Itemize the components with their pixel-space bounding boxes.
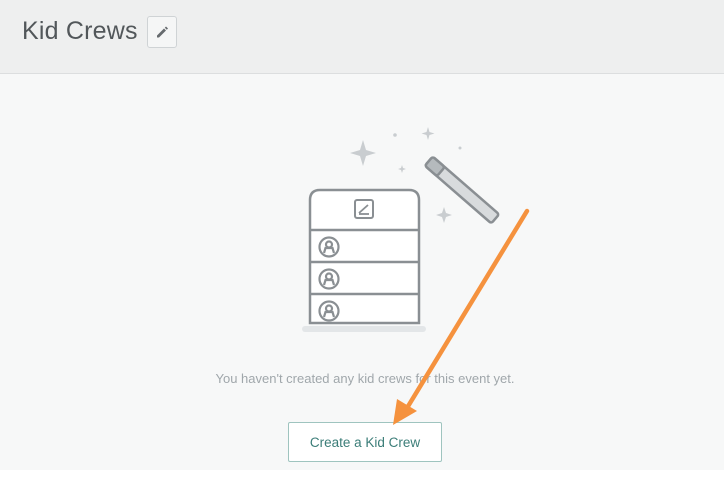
page-header: Kid Crews	[0, 0, 724, 74]
empty-state-illustration	[302, 127, 500, 332]
bottom-strip	[0, 470, 724, 488]
page-title: Kid Crews	[22, 17, 138, 45]
page: Kid Crews You haven't created any kid cr…	[0, 0, 724, 488]
empty-state-message: You haven't created any kid crews for th…	[215, 371, 515, 386]
magic-wand-icon	[424, 156, 500, 224]
edit-title-button[interactable]	[147, 16, 177, 48]
pencil-icon	[157, 26, 168, 38]
create-kid-crew-button[interactable]: Create a Kid Crew	[288, 422, 442, 462]
